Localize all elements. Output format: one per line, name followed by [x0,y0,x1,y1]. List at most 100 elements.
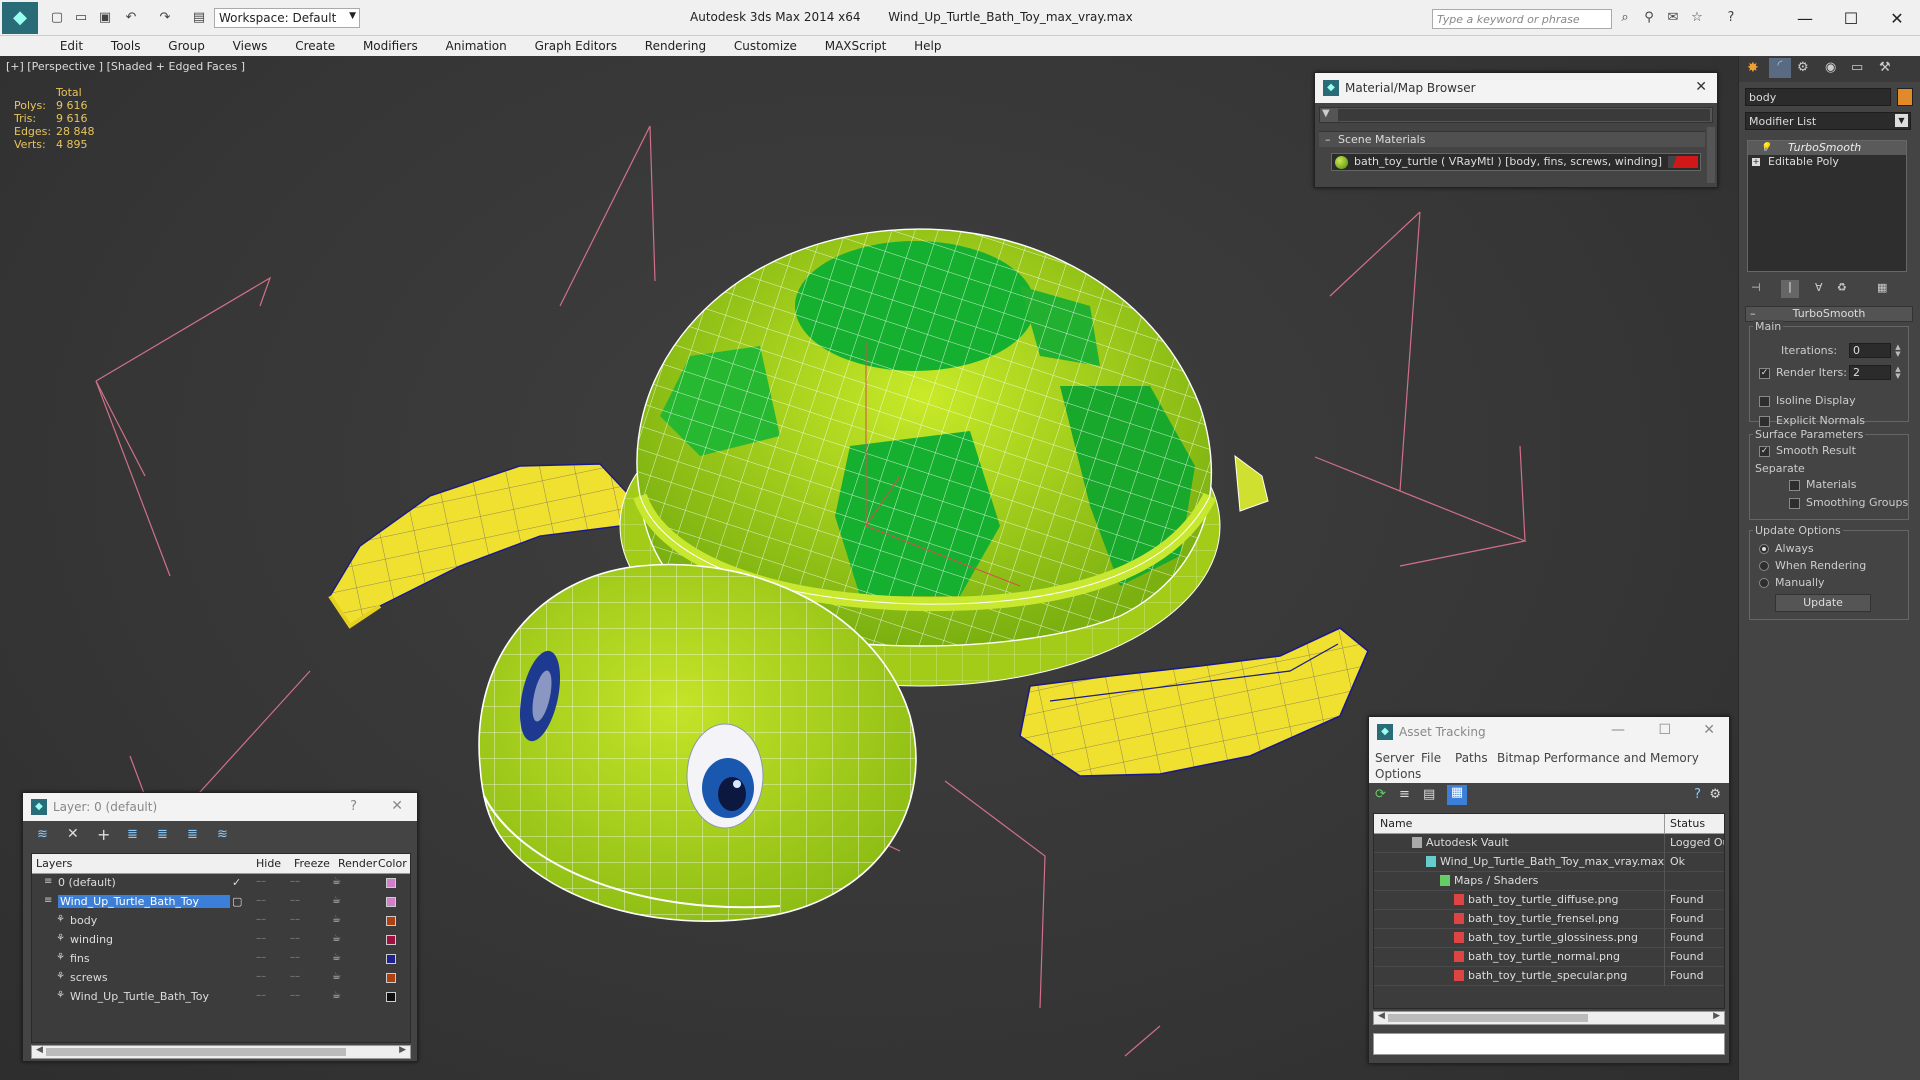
col-freeze[interactable]: Freeze [294,857,330,870]
col-color[interactable]: Color [378,857,407,870]
current-layer-check-icon[interactable]: ✓ [232,876,241,889]
freeze-toggle[interactable]: –– [290,952,300,963]
modifier-list-dropdown[interactable]: Modifier List ▼ [1745,112,1911,130]
menu-maxscript[interactable]: MAXScript [813,36,899,53]
close-icon[interactable]: ✕ [1703,722,1715,738]
radio[interactable] [1759,578,1769,588]
display-tab-icon[interactable]: ▭ [1851,60,1863,75]
render-teapot-icon[interactable]: ☕ [332,914,341,925]
close-button[interactable]: ✕ [1874,0,1920,36]
search-input[interactable]: Type a keyword or phrase [1432,9,1612,29]
hide-toggle[interactable]: –– [256,952,266,963]
highlight-layer-icon[interactable]: ≣ [157,827,168,842]
stack-item-editable-poly[interactable]: + Editable Poly [1748,155,1906,169]
smoothing-groups-checkbox[interactable]: Smoothing Groups [1789,496,1908,509]
create-tab-icon[interactable]: ✸ [1747,60,1759,76]
layer-row[interactable]: ⚘ screws –– –– ☕ [32,969,410,988]
hierarchy-tab-icon[interactable]: ⚙ [1797,60,1809,75]
menu-animation[interactable]: Animation [434,36,519,53]
render-teapot-icon[interactable]: ☕ [332,990,341,1001]
render-teapot-icon[interactable]: ☕ [332,876,341,887]
layer-name[interactable]: body [70,914,97,927]
radio[interactable] [1759,561,1769,571]
layer-color-swatch[interactable] [386,954,396,964]
motion-tab-icon[interactable]: ◉ [1825,60,1836,75]
layer-row[interactable]: ≡ Wind_Up_Turtle_Bath_Toy ▢ –– –– ☕ [32,893,410,912]
scroll-thumb[interactable] [1388,1014,1588,1022]
menu-options[interactable]: Options [1375,767,1421,781]
scroll-left-icon[interactable]: ◀ [36,1045,43,1055]
layer-row[interactable]: ⚘ winding –– –– ☕ [32,931,410,950]
checkbox[interactable] [1759,395,1770,407]
freeze-toggle[interactable]: –– [290,895,300,906]
layer-name[interactable]: fins [70,952,90,965]
asset-row[interactable]: bath_toy_turtle_diffuse.png Found [1374,891,1724,910]
freeze-toggle[interactable]: –– [290,933,300,944]
close-icon[interactable]: ✕ [1695,79,1707,95]
menu-file[interactable]: File [1421,751,1441,765]
layer-row[interactable]: ≡ 0 (default) ✓ –– –– ☕ [32,874,410,893]
favorites-star-icon[interactable]: ☆ [1688,9,1706,27]
minimize-button[interactable]: — [1782,0,1828,36]
close-icon[interactable]: ✕ [391,798,403,814]
menu-graph-editors[interactable]: Graph Editors [523,36,629,53]
isoline-display-checkbox[interactable]: Isoline Display [1759,394,1856,407]
show-end-result-icon[interactable]: | [1781,280,1799,298]
menu-group[interactable]: Group [156,36,217,53]
asset-row[interactable]: Autodesk Vault Logged Ou [1374,834,1724,853]
scroll-left-icon[interactable]: ◀ [1378,1011,1385,1021]
menu-views[interactable]: Views [221,36,280,53]
render-teapot-icon[interactable]: ☕ [332,895,341,906]
save-file-icon[interactable]: ▣ [96,9,114,27]
pin-stack-icon[interactable]: ⊣ [1751,281,1761,294]
scroll-thumb[interactable] [46,1048,346,1056]
maximize-button[interactable]: ☐ [1828,0,1874,36]
render-iters-checkbox[interactable]: ✓ Render Iters: [1759,366,1847,379]
minimize-icon[interactable]: — [1611,722,1625,738]
hide-all-icon[interactable]: ≣ [187,827,198,842]
object-name-input[interactable]: body [1745,88,1891,106]
utilities-tab-icon[interactable]: ⚒ [1879,60,1891,75]
list-view-icon[interactable]: ≡ [1399,787,1410,802]
undo-icon[interactable]: ↶ [122,9,140,27]
hide-toggle[interactable]: –– [256,876,266,887]
menu-edit[interactable]: Edit [48,36,95,53]
radio-selected[interactable] [1759,544,1769,554]
asset-row[interactable]: bath_toy_turtle_glossiness.png Found [1374,929,1724,948]
new-file-icon[interactable]: ▢ [48,9,66,27]
layer-color-swatch[interactable] [386,973,396,983]
layer-name[interactable]: screws [70,971,108,984]
layer-name[interactable]: winding [70,933,113,946]
layer-name[interactable]: Wind_Up_Turtle_Bath_Toy [58,895,230,908]
lightbulb-icon[interactable]: 💡 [1760,141,1771,155]
layer-name[interactable]: 0 (default) [58,876,116,889]
render-teapot-icon[interactable]: ☕ [332,933,341,944]
menu-rendering[interactable]: Rendering [633,36,718,53]
asset-row[interactable]: bath_toy_turtle_specular.png Found [1374,967,1724,986]
iterations-spinner[interactable]: 0 [1849,343,1891,358]
project-folder-icon[interactable]: ▤ [190,9,208,27]
material-filter-bar[interactable]: ▼ [1319,107,1713,123]
layer-color-swatch[interactable] [386,992,396,1002]
layer-scrollbar[interactable]: ◀ ▶ [31,1045,411,1059]
col-status[interactable]: Status [1670,817,1705,830]
layer-color-swatch[interactable] [386,916,396,926]
communication-icon[interactable]: ✉ [1664,9,1682,27]
menu-paths[interactable]: Paths [1455,751,1488,765]
checkbox[interactable] [1789,497,1800,509]
menu-bitmap-performance[interactable]: Bitmap Performance and Memory [1497,751,1699,765]
freeze-toggle[interactable]: –– [290,876,300,887]
layer-row[interactable]: ⚘ Wind_Up_Turtle_Bath_Toy –– –– ☕ [32,988,410,1007]
workspace-dropdown[interactable]: Workspace: Default ▼ [214,8,360,28]
smooth-result-checkbox[interactable]: ✓ Smooth Result [1759,444,1856,457]
scroll-right-icon[interactable]: ▶ [1713,1011,1720,1021]
freeze-toggle[interactable]: –– [290,914,300,925]
settings-icon[interactable]: ⚙ [1709,787,1721,802]
asset-row[interactable]: bath_toy_turtle_frensel.png Found [1374,910,1724,929]
freeze-toggle[interactable]: –– [290,990,300,1001]
help-icon[interactable]: ? [1722,9,1740,27]
manually-radio[interactable]: Manually [1759,576,1825,589]
render-teapot-icon[interactable]: ☕ [332,971,341,982]
open-file-icon[interactable]: ▭ [72,9,90,27]
expand-plus-icon[interactable]: + [1752,158,1760,166]
